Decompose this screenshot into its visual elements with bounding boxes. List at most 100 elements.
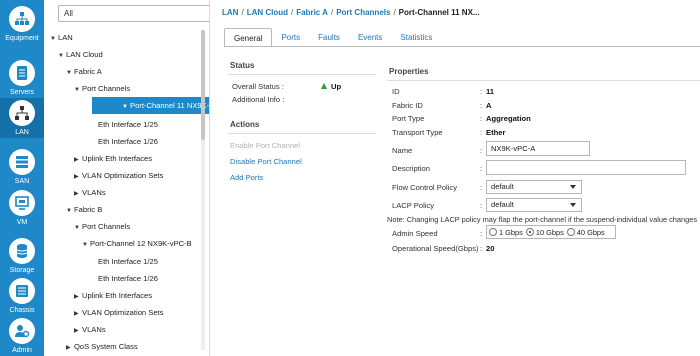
breadcrumb-fabric-a[interactable]: Fabric A [296,8,328,17]
tree-node-vlan-opt-a[interactable]: ▶ VLAN Optimization Sets [74,167,163,184]
tree-node-port-channels-a[interactable]: ▼ Port Channels [74,80,130,97]
speed-10gbps-radio[interactable]: 10 Gbps [525,228,564,237]
tree-node-uplink-b[interactable]: ▶ Uplink Eth Interfaces [74,287,152,304]
tree-node-eth-b-1-25[interactable]: Eth Interface 1/25 [98,253,158,270]
chassis-icon [9,278,35,304]
fabric-id-label: Fabric ID [392,101,423,110]
speed-40gbps-radio[interactable]: 40 Gbps [566,227,605,237]
actions-heading: Actions [230,120,260,129]
colon: : [480,229,483,238]
overall-status-label: Overall Status : [232,82,284,91]
expand-icon[interactable]: ▼ [122,99,130,116]
chevron-down-icon[interactable] [570,185,576,189]
tree-node-label: Eth Interface 1/26 [98,274,158,283]
tree-node-vlan-opt-b[interactable]: ▶ VLAN Optimization Sets [74,304,163,321]
equipment-icon [9,6,35,32]
tree-node-vlans-b[interactable]: ▶ VLANs [74,321,106,338]
flow-control-policy-select[interactable]: default [486,180,582,194]
collapse-icon[interactable]: ▶ [66,340,74,356]
lan-icon [9,100,35,126]
tree-node-port-channels-b[interactable]: ▼ Port Channels [74,218,130,235]
add-ports-link[interactable]: Add Ports [230,173,263,182]
disable-port-channel-link[interactable]: Disable Port Channel [230,157,302,166]
enable-port-channel-link[interactable]: Enable Port Channel [230,141,300,150]
expand-icon[interactable]: ▼ [50,31,58,48]
expand-icon[interactable]: ▼ [66,203,74,220]
rail-servers[interactable]: Servers [0,58,44,98]
tab-events[interactable]: Events [349,28,391,47]
tab-statistics[interactable]: Statistics [391,28,441,47]
radio-label: 40 Gbps [576,227,605,237]
tree-node-lan-cloud[interactable]: ▼ LAN Cloud [58,46,103,63]
expand-icon[interactable]: ▼ [66,65,74,82]
colon: : [480,183,483,192]
rail-label: SAN [14,178,30,185]
id-value: 11 [486,87,495,96]
expand-icon[interactable]: ▼ [82,237,90,254]
tree-node-fabric-a[interactable]: ▼ Fabric A [66,63,102,80]
expand-icon[interactable]: ▼ [58,48,66,65]
tree-node-vlans-a[interactable]: ▶ VLANs [74,184,106,201]
colon: : [480,101,483,110]
port-type-value: Aggregation [486,114,531,123]
breadcrumb-lan[interactable]: LAN [222,8,238,17]
tab-ports[interactable]: Ports [272,28,309,47]
breadcrumb-port-channels[interactable]: Port Channels [336,8,390,17]
rail-admin[interactable]: Admin [0,316,44,356]
rail-storage[interactable]: Storage [0,236,44,276]
tree-node-fabric-b[interactable]: ▼ Fabric B [66,201,102,218]
rail-chassis[interactable]: Chassis [0,276,44,316]
tab-faults[interactable]: Faults [309,28,349,47]
name-label: Name [392,146,413,155]
tab-bar: General Ports Faults Events Statistics [224,28,441,47]
tab-general[interactable]: General [224,28,273,47]
scrollbar-thumb[interactable] [201,30,205,140]
navigation-rail: Equipment Servers LAN SAN VM Storage Cha… [0,0,44,356]
status-heading: Status [230,61,255,70]
tree-node-label: Fabric A [74,67,102,76]
lacp-policy-select[interactable]: default [486,198,582,212]
expand-icon[interactable]: ▼ [74,82,82,99]
rail-lan[interactable]: LAN [0,98,44,138]
rail-vm[interactable]: VM [0,188,44,228]
tree-node-label: Eth Interface 1/25 [98,120,158,129]
radio-button[interactable] [525,228,534,236]
divider [387,80,700,81]
tree-node-label: VLANs [82,188,106,197]
admin-speed-radio-group: 1 Gbps 10 Gbps 40 Gbps [486,225,616,239]
tree-node-uplink-a[interactable]: ▶ Uplink Eth Interfaces [74,150,152,167]
san-icon [9,149,35,175]
tree-node-eth-a-1-25[interactable]: Eth Interface 1/25 [98,116,158,133]
tree-node-label: Uplink Eth Interfaces [82,154,153,163]
admin-speed-label: Admin Speed [392,229,438,238]
navigation-tree-panel: All ▼ LAN ▼ LAN Cloud ▼ Fabric A ▼ Port Chan… [44,0,244,356]
colon: : [480,114,483,123]
name-field[interactable]: NX9K-vPC-A [486,141,590,156]
radio-button[interactable] [566,228,575,236]
tree-node-qos[interactable]: ▶ QoS System Class [66,338,138,355]
breadcrumb-lan-cloud[interactable]: LAN Cloud [247,8,288,17]
expand-icon[interactable]: ▼ [74,220,82,237]
storage-icon [9,238,35,264]
tree-scrollbar[interactable] [201,30,205,350]
radio-label: 1 Gbps [499,227,523,237]
rail-equipment[interactable]: Equipment [0,4,44,44]
flow-control-policy-label: Flow Control Policy [392,183,457,192]
radio-button[interactable] [489,228,497,236]
tree-node-lan[interactable]: ▼ LAN [50,29,73,46]
lacp-policy-value: default [491,200,514,209]
tree-node-label: VLAN Optimization Sets [82,171,164,180]
rail-san[interactable]: SAN [0,147,44,187]
tree-node-label: LAN Cloud [66,50,103,59]
up-arrow-icon [321,83,327,89]
colon: : [480,164,483,173]
description-field[interactable] [486,160,686,175]
properties-heading: Properties [389,67,429,76]
tree-node-eth-b-1-26[interactable]: Eth Interface 1/26 [98,270,158,287]
chevron-down-icon[interactable] [570,203,576,207]
tree-node-port-channel-12[interactable]: ▼ Port-Channel 12 NX9K-vPC-B [82,235,192,252]
flow-control-policy-value: default [491,182,514,191]
tree-node-eth-a-1-26[interactable]: Eth Interface 1/26 [98,133,158,150]
tree-node-label: Eth Interface 1/25 [98,257,158,266]
speed-1gbps-radio[interactable]: 1 Gbps [489,228,523,237]
